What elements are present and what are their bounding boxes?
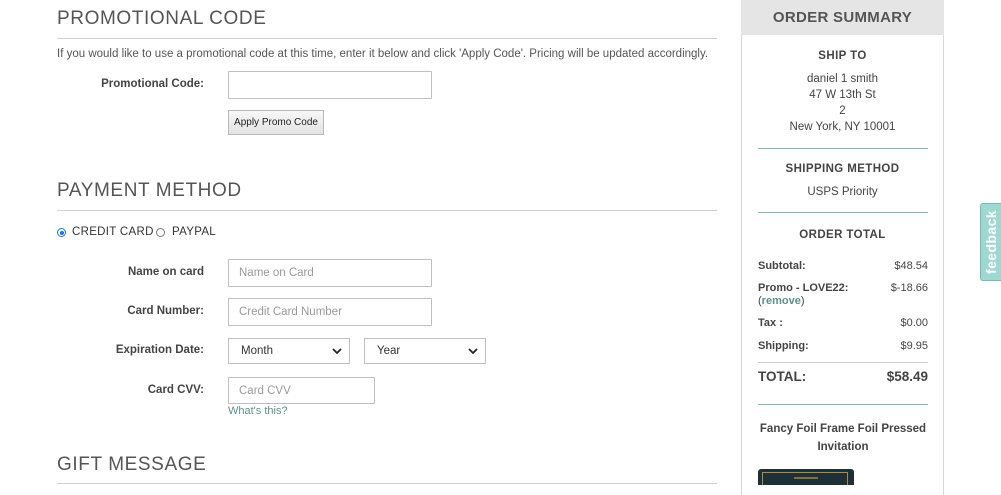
card-cvv-input[interactable]	[228, 377, 375, 404]
promo-divider	[57, 38, 717, 39]
order-summary-header: ORDER SUMMARY	[741, 0, 944, 35]
promo-section-title: PROMOTIONAL CODE	[57, 8, 267, 29]
card-number-label: Card Number:	[127, 305, 204, 317]
card-cvv-label: Card CVV:	[147, 384, 204, 396]
remove-promo-wrapper: (remove)	[758, 295, 804, 307]
ship-to-line-1: daniel 1 smith	[807, 73, 878, 85]
shipping-value: $9.95	[900, 340, 928, 352]
cvv-help-link[interactable]: What's this?	[228, 405, 288, 417]
product-name: Fancy Foil Frame Foil Pressed Invitation	[759, 423, 927, 453]
subtotal-label: Subtotal:	[758, 260, 806, 272]
gift-divider	[57, 483, 717, 484]
expiration-year-value: Year	[377, 345, 401, 357]
payment-divider	[57, 210, 717, 211]
remove-promo-link[interactable]: remove	[762, 295, 801, 307]
name-on-card-input[interactable]	[228, 259, 432, 287]
remove-close-paren: )	[800, 295, 805, 307]
gift-section-title: GIFT MESSAGE	[57, 454, 207, 475]
promo-discount-label: Promo - LOVE22:	[758, 282, 849, 294]
tax-label: Tax :	[758, 317, 783, 329]
chevron-down-icon	[468, 348, 478, 355]
subtotal-value: $48.54	[894, 260, 928, 272]
promo-discount-value: $-18.66	[890, 282, 928, 294]
promo-code-input[interactable]	[228, 71, 432, 99]
summary-divider	[758, 212, 928, 213]
product-thumbnail[interactable]	[758, 469, 854, 485]
summary-divider	[758, 404, 928, 405]
promo-code-label: Promotional Code:	[101, 78, 204, 90]
ship-to-line-4: New York, NY 10001	[789, 121, 896, 133]
card-number-input[interactable]	[228, 298, 432, 326]
promo-instructions: If you would like to use a promotional c…	[57, 48, 709, 60]
name-on-card-label: Name on card	[127, 266, 204, 278]
total-value: $58.49	[886, 369, 928, 384]
order-total-title: ORDER TOTAL	[799, 229, 886, 241]
total-label: TOTAL:	[758, 369, 807, 384]
feedback-tab[interactable]: feedback	[980, 203, 1001, 281]
credit-card-radio[interactable]	[57, 228, 66, 237]
paypal-radio[interactable]	[156, 228, 165, 237]
expiration-year-select[interactable]: Year	[364, 338, 486, 364]
shipping-method-value: USPS Priority	[807, 186, 878, 198]
shipping-method-title: SHIPPING METHOD	[785, 163, 900, 175]
credit-card-label[interactable]: CREDIT CARD	[72, 226, 154, 238]
summary-divider	[758, 148, 928, 149]
paypal-label[interactable]: PAYPAL	[172, 226, 216, 238]
shipping-label: Shipping:	[758, 340, 809, 352]
chevron-down-icon	[332, 348, 342, 355]
ship-to-title: SHIP TO	[818, 50, 867, 62]
apply-promo-button[interactable]: Apply Promo Code	[228, 110, 324, 135]
payment-section-title: PAYMENT METHOD	[57, 180, 242, 201]
expiration-date-label: Expiration Date:	[115, 344, 204, 356]
tax-value: $0.00	[900, 317, 928, 329]
total-divider	[758, 362, 928, 363]
expiration-month-value: Month	[241, 345, 273, 357]
feedback-label: feedback	[983, 210, 999, 274]
ship-to-line-3: 2	[839, 105, 846, 117]
expiration-month-select[interactable]: Month	[228, 338, 350, 364]
ship-to-line-2: 47 W 13th St	[809, 89, 876, 101]
